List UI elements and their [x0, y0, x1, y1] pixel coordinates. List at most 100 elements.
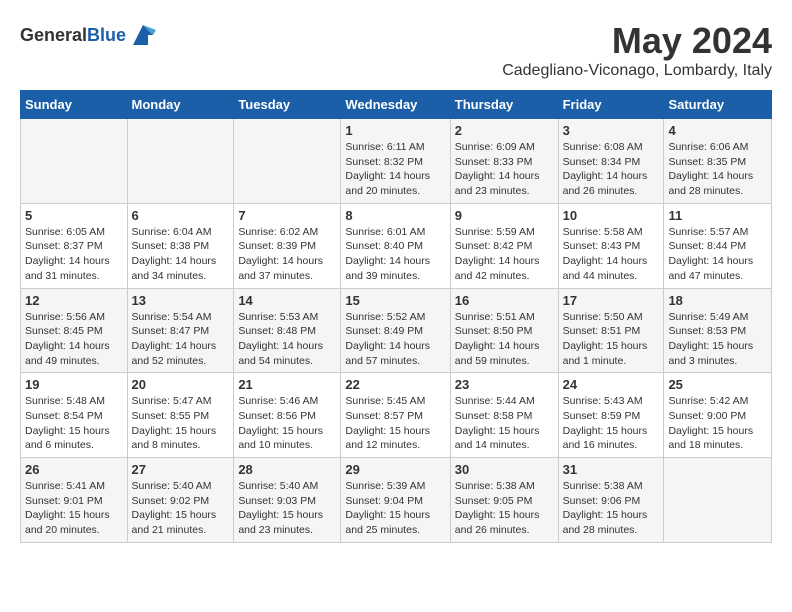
day-number: 24 — [563, 377, 660, 392]
day-info: Sunrise: 5:51 AMSunset: 8:50 PMDaylight:… — [455, 310, 554, 369]
day-info: Sunrise: 5:48 AMSunset: 8:54 PMDaylight:… — [25, 394, 123, 453]
day-info: Sunrise: 6:06 AMSunset: 8:35 PMDaylight:… — [668, 140, 767, 199]
weekday-header-thursday: Thursday — [450, 91, 558, 119]
logo-icon — [128, 20, 158, 50]
calendar-cell: 15 Sunrise: 5:52 AMSunset: 8:49 PMDayligh… — [341, 288, 450, 373]
calendar-cell: 19 Sunrise: 5:48 AMSunset: 8:54 PMDayligh… — [21, 373, 128, 458]
weekday-header-tuesday: Tuesday — [234, 91, 341, 119]
calendar-cell: 29 Sunrise: 5:39 AMSunset: 9:04 PMDayligh… — [341, 458, 450, 543]
calendar-cell — [21, 119, 128, 204]
day-number: 22 — [345, 377, 445, 392]
weekday-header-friday: Friday — [558, 91, 664, 119]
day-number: 30 — [455, 462, 554, 477]
weekday-header-row: SundayMondayTuesdayWednesdayThursdayFrid… — [21, 91, 772, 119]
calendar-cell — [127, 119, 234, 204]
weekday-header-monday: Monday — [127, 91, 234, 119]
day-info: Sunrise: 5:42 AMSunset: 9:00 PMDaylight:… — [668, 394, 767, 453]
day-info: Sunrise: 5:38 AMSunset: 9:06 PMDaylight:… — [563, 479, 660, 538]
day-number: 3 — [563, 123, 660, 138]
day-number: 20 — [132, 377, 230, 392]
day-info: Sunrise: 5:44 AMSunset: 8:58 PMDaylight:… — [455, 394, 554, 453]
calendar-cell: 26 Sunrise: 5:41 AMSunset: 9:01 PMDayligh… — [21, 458, 128, 543]
calendar-cell: 13Sunrise: 5:54 AMSunset: 8:47 PMDayligh… — [127, 288, 234, 373]
day-number: 2 — [455, 123, 554, 138]
day-number: 7 — [238, 208, 336, 223]
day-info: Sunrise: 5:40 AMSunset: 9:03 PMDaylight:… — [238, 479, 336, 538]
calendar-cell: 27Sunrise: 5:40 AMSunset: 9:02 PMDayligh… — [127, 458, 234, 543]
day-number: 15 — [345, 293, 445, 308]
day-info: Sunrise: 5:50 AMSunset: 8:51 PMDaylight:… — [563, 310, 660, 369]
calendar-cell: 2 Sunrise: 6:09 AMSunset: 8:33 PMDaylight… — [450, 119, 558, 204]
day-info: Sunrise: 6:11 AMSunset: 8:32 PMDaylight:… — [345, 140, 445, 199]
calendar-cell: 9Sunrise: 5:59 AMSunset: 8:42 PMDaylight… — [450, 203, 558, 288]
day-number: 4 — [668, 123, 767, 138]
calendar-cell: 23 Sunrise: 5:44 AMSunset: 8:58 PMDayligh… — [450, 373, 558, 458]
day-number: 23 — [455, 377, 554, 392]
calendar-cell: 16Sunrise: 5:51 AMSunset: 8:50 PMDayligh… — [450, 288, 558, 373]
day-info: Sunrise: 5:38 AMSunset: 9:05 PMDaylight:… — [455, 479, 554, 538]
day-info: Sunrise: 5:56 AMSunset: 8:45 PMDaylight:… — [25, 310, 123, 369]
weekday-header-wednesday: Wednesday — [341, 91, 450, 119]
calendar-cell: 31 Sunrise: 5:38 AMSunset: 9:06 PMDayligh… — [558, 458, 664, 543]
calendar-cell: 21 Sunrise: 5:46 AMSunset: 8:56 PMDayligh… — [234, 373, 341, 458]
day-info: Sunrise: 5:47 AMSunset: 8:55 PMDaylight:… — [132, 394, 230, 453]
day-number: 25 — [668, 377, 767, 392]
calendar-cell: 1 Sunrise: 6:11 AMSunset: 8:32 PMDaylight… — [341, 119, 450, 204]
calendar-cell: 25 Sunrise: 5:42 AMSunset: 9:00 PMDayligh… — [664, 373, 772, 458]
day-info: Sunrise: 5:39 AMSunset: 9:04 PMDaylight:… — [345, 479, 445, 538]
title-block: May 2024 Cadegliano-Viconago, Lombardy, … — [502, 20, 772, 80]
day-number: 5 — [25, 208, 123, 223]
day-info: Sunrise: 5:58 AMSunset: 8:43 PMDaylight:… — [563, 225, 660, 284]
calendar-cell: 28Sunrise: 5:40 AMSunset: 9:03 PMDayligh… — [234, 458, 341, 543]
calendar-cell: 14Sunrise: 5:53 AMSunset: 8:48 PMDayligh… — [234, 288, 341, 373]
day-info: Sunrise: 5:54 AMSunset: 8:47 PMDaylight:… — [132, 310, 230, 369]
calendar-table: SundayMondayTuesdayWednesdayThursdayFrid… — [20, 90, 772, 543]
day-number: 21 — [238, 377, 336, 392]
day-info: Sunrise: 6:09 AMSunset: 8:33 PMDaylight:… — [455, 140, 554, 199]
calendar-week-row: 12 Sunrise: 5:56 AMSunset: 8:45 PMDayligh… — [21, 288, 772, 373]
day-info: Sunrise: 5:46 AMSunset: 8:56 PMDaylight:… — [238, 394, 336, 453]
logo-general-text: General — [20, 25, 87, 45]
calendar-week-row: 26 Sunrise: 5:41 AMSunset: 9:01 PMDayligh… — [21, 458, 772, 543]
day-number: 1 — [345, 123, 445, 138]
day-number: 27 — [132, 462, 230, 477]
day-number: 17 — [563, 293, 660, 308]
day-info: Sunrise: 6:08 AMSunset: 8:34 PMDaylight:… — [563, 140, 660, 199]
day-number: 10 — [563, 208, 660, 223]
calendar-cell: 10 Sunrise: 5:58 AMSunset: 8:43 PMDayligh… — [558, 203, 664, 288]
day-number: 26 — [25, 462, 123, 477]
day-number: 9 — [455, 208, 554, 223]
calendar-week-row: 19 Sunrise: 5:48 AMSunset: 8:54 PMDayligh… — [21, 373, 772, 458]
calendar-week-row: 5 Sunrise: 6:05 AMSunset: 8:37 PMDaylight… — [21, 203, 772, 288]
day-number: 6 — [132, 208, 230, 223]
calendar-cell: 20 Sunrise: 5:47 AMSunset: 8:55 PMDayligh… — [127, 373, 234, 458]
day-info: Sunrise: 6:02 AMSunset: 8:39 PMDaylight:… — [238, 225, 336, 284]
logo: GeneralBlue — [20, 20, 158, 50]
calendar-cell: 24 Sunrise: 5:43 AMSunset: 8:59 PMDayligh… — [558, 373, 664, 458]
day-number: 29 — [345, 462, 445, 477]
calendar-cell: 5 Sunrise: 6:05 AMSunset: 8:37 PMDaylight… — [21, 203, 128, 288]
day-info: Sunrise: 5:52 AMSunset: 8:49 PMDaylight:… — [345, 310, 445, 369]
day-info: Sunrise: 5:41 AMSunset: 9:01 PMDaylight:… — [25, 479, 123, 538]
day-info: Sunrise: 5:57 AMSunset: 8:44 PMDaylight:… — [668, 225, 767, 284]
calendar-cell: 4 Sunrise: 6:06 AMSunset: 8:35 PMDaylight… — [664, 119, 772, 204]
day-info: Sunrise: 6:05 AMSunset: 8:37 PMDaylight:… — [25, 225, 123, 284]
day-number: 18 — [668, 293, 767, 308]
calendar-cell — [664, 458, 772, 543]
day-number: 8 — [345, 208, 445, 223]
page-header: GeneralBlue May 2024 Cadegliano-Viconago… — [20, 20, 772, 80]
day-info: Sunrise: 5:43 AMSunset: 8:59 PMDaylight:… — [563, 394, 660, 453]
calendar-cell: 30 Sunrise: 5:38 AMSunset: 9:05 PMDayligh… — [450, 458, 558, 543]
day-number: 12 — [25, 293, 123, 308]
calendar-week-row: 1 Sunrise: 6:11 AMSunset: 8:32 PMDaylight… — [21, 119, 772, 204]
weekday-header-saturday: Saturday — [664, 91, 772, 119]
calendar-cell: 18 Sunrise: 5:49 AMSunset: 8:53 PMDayligh… — [664, 288, 772, 373]
day-info: Sunrise: 6:04 AMSunset: 8:38 PMDaylight:… — [132, 225, 230, 284]
day-info: Sunrise: 5:53 AMSunset: 8:48 PMDaylight:… — [238, 310, 336, 369]
calendar-cell: 3 Sunrise: 6:08 AMSunset: 8:34 PMDaylight… — [558, 119, 664, 204]
day-info: Sunrise: 5:49 AMSunset: 8:53 PMDaylight:… — [668, 310, 767, 369]
day-number: 19 — [25, 377, 123, 392]
day-number: 31 — [563, 462, 660, 477]
calendar-cell: 8Sunrise: 6:01 AMSunset: 8:40 PMDaylight… — [341, 203, 450, 288]
calendar-cell: 6 Sunrise: 6:04 AMSunset: 8:38 PMDaylight… — [127, 203, 234, 288]
